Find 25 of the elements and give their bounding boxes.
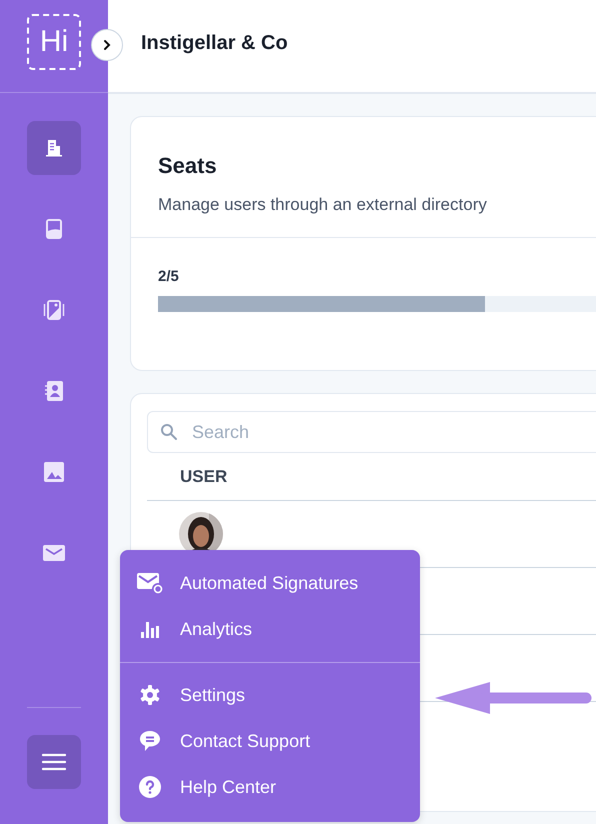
menu-item[interactable]: Settings: [120, 677, 420, 713]
tablet-icon: [44, 218, 64, 240]
nav-button[interactable]: [27, 121, 81, 175]
menu-item[interactable]: Automated Signatures: [120, 565, 420, 601]
column-header: USER: [180, 466, 228, 486]
image-icon: [42, 460, 66, 484]
mail-icon: [136, 571, 164, 595]
menu-icon: [42, 753, 66, 771]
search-icon: [160, 423, 178, 441]
mail-icon: [42, 543, 66, 563]
menu-item[interactable]: Contact Support: [120, 723, 420, 759]
logo: Hi: [27, 14, 81, 70]
company-title: Instigellar & Co: [141, 32, 288, 54]
search-field[interactable]: Search: [147, 411, 596, 453]
contacts-icon: [42, 379, 66, 403]
seat-count: 2/5: [158, 268, 180, 285]
building-icon: [43, 137, 65, 159]
menu-item[interactable]: Analytics: [120, 611, 420, 647]
card-description: Manage users through an external directory: [158, 195, 488, 215]
card-title: Seats: [158, 153, 218, 179]
help-icon: [136, 775, 164, 799]
chevron-icon: [102, 39, 112, 51]
menu-button[interactable]: [27, 735, 81, 789]
menu-item[interactable]: Help Center: [120, 769, 420, 805]
gallery-icon: [42, 298, 66, 322]
